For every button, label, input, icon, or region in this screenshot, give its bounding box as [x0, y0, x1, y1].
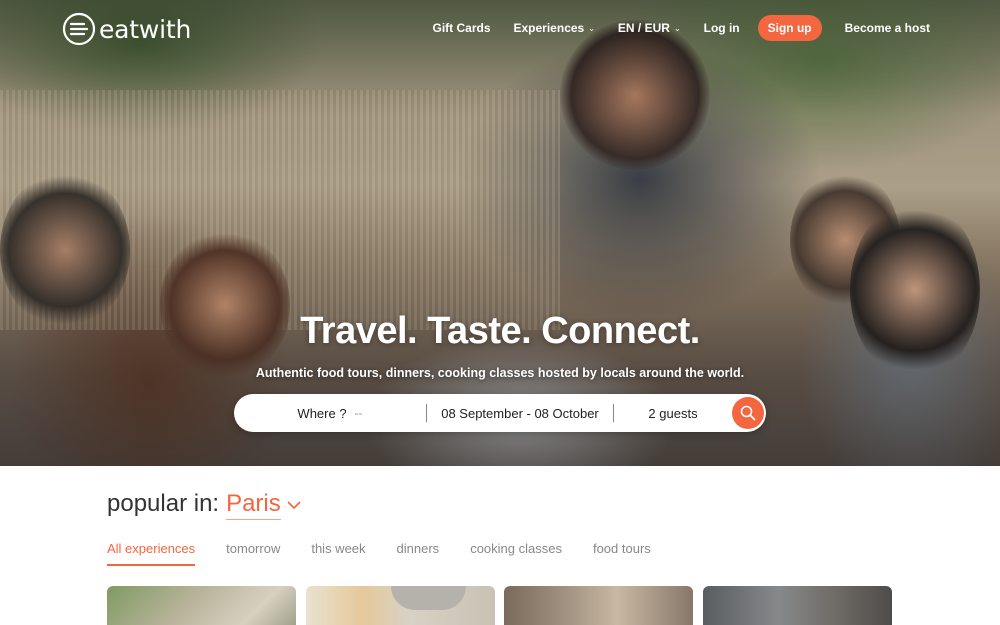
nav-links: Gift Cards Experiences ⌄ EN / EUR ⌄ Log … — [409, 15, 930, 41]
nav-experiences-label: Experiences — [513, 21, 585, 35]
search-button[interactable] — [732, 397, 764, 429]
tab-all-experiences[interactable]: All experiences — [107, 541, 196, 566]
experience-card[interactable] — [702, 586, 892, 625]
experience-card[interactable] — [504, 586, 693, 625]
top-nav: eatwith Gift Cards Experiences ⌄ EN / EU… — [0, 0, 1000, 58]
chevron-down-icon[interactable] — [287, 500, 301, 510]
signup-button[interactable]: Sign up — [757, 15, 822, 41]
eatwith-logo[interactable]: eatwith — [62, 12, 191, 46]
brand-name: eatwith — [99, 14, 192, 44]
nav-gift-cards[interactable]: Gift Cards — [432, 21, 490, 35]
eatwith-logo-icon — [62, 12, 96, 46]
nav-experiences[interactable]: Experiences ⌄ — [514, 21, 595, 35]
experience-card[interactable] — [107, 586, 296, 625]
where-label: Where ? — [297, 405, 347, 421]
nav-locale-label: EN / EUR — [617, 21, 670, 35]
chevron-down-icon: ⌄ — [588, 23, 595, 33]
tab-food-tours[interactable]: food tours — [593, 541, 651, 566]
experience-cards — [107, 586, 901, 625]
hero-subline: Authentic food tours, dinners, cooking c… — [255, 366, 745, 380]
guests-field[interactable]: 2 guests — [614, 394, 732, 432]
dates-field[interactable]: 08 September - 08 October — [427, 394, 613, 432]
tab-tomorrow[interactable]: tomorrow — [226, 541, 280, 566]
chevron-down-icon: ⌄ — [673, 23, 681, 33]
city-selector[interactable]: Paris — [226, 490, 281, 520]
nav-login[interactable]: Log in — [704, 21, 740, 35]
nav-locale[interactable]: EN / EUR ⌄ — [618, 21, 681, 35]
where-placeholder: -- — [354, 406, 363, 420]
popular-label: popular in: — [107, 490, 220, 517]
experience-card[interactable] — [305, 586, 495, 625]
popular-in-heading: popular in: Paris — [107, 490, 301, 520]
hero-headline: Travel. Taste. Connect. — [300, 310, 700, 352]
search-icon — [740, 405, 756, 421]
search-bar: Where ? -- 08 September - 08 October 2 g… — [234, 394, 766, 432]
nav-become-host[interactable]: Become a host — [845, 21, 930, 35]
category-tabs: All experiences tomorrow this week dinne… — [107, 541, 682, 566]
where-field[interactable]: Where ? -- — [234, 394, 426, 432]
tab-this-week[interactable]: this week — [311, 541, 365, 566]
tab-cooking-classes[interactable]: cooking classes — [470, 541, 562, 566]
card-image-lamp — [390, 586, 466, 610]
tab-dinners[interactable]: dinners — [397, 541, 440, 566]
